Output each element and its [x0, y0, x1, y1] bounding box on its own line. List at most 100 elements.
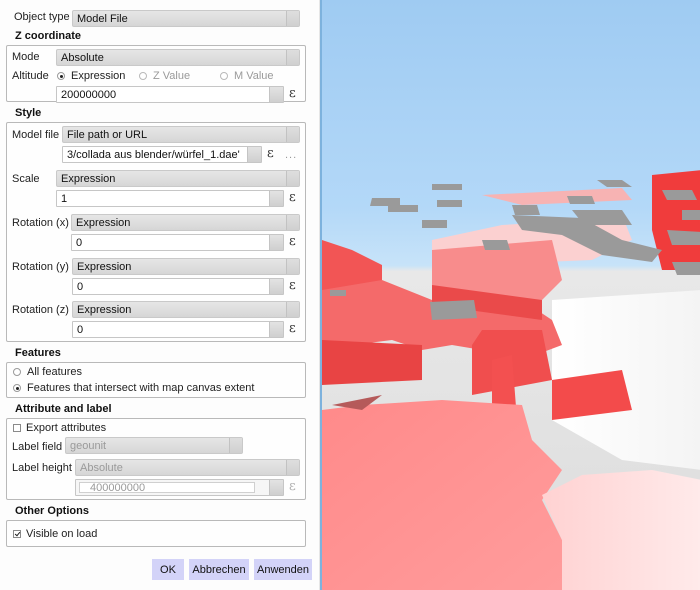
extruded-country [322, 340, 422, 385]
object-type-combo[interactable]: Model File [72, 10, 300, 27]
label-height-label: Label height [12, 462, 72, 474]
cancel-button[interactable]: Abbrechen [189, 559, 249, 580]
expression-epsilon-icon[interactable]: ε [289, 321, 296, 336]
scale-input[interactable]: 1 [56, 190, 284, 207]
altitude-z-value-radio[interactable]: Z Value [139, 70, 190, 82]
model-cube [330, 290, 346, 296]
rotation-x-value: 0 [76, 236, 83, 249]
altitude-z-value-label: Z Value [153, 70, 191, 82]
apply-button[interactable]: Anwenden [254, 559, 312, 580]
label-field-label: Label field [12, 441, 63, 453]
model-cube [432, 184, 462, 190]
field-dropdown-button[interactable] [269, 235, 283, 250]
other-options-title: Other Options [15, 505, 89, 517]
chevron-down-icon [286, 460, 299, 475]
visible-on-load-checkbox[interactable]: Visible on load [13, 528, 97, 540]
altitude-expression-label: Expression [71, 70, 126, 82]
expression-epsilon-icon[interactable]: ε [289, 234, 296, 249]
rotation-x-label: Rotation (x) [12, 217, 69, 229]
rotation-z-mode-combo[interactable]: Expression [72, 301, 300, 318]
all-features-radio[interactable]: All features [13, 366, 82, 378]
browse-button[interactable]: ... [285, 149, 297, 161]
model-file-path-value: 3/collada aus blender/würfel_1.dae' [67, 148, 240, 161]
expression-epsilon-icon[interactable]: ε [289, 479, 296, 494]
object-type-row: Object type [14, 11, 70, 23]
rotation-y-mode-combo[interactable]: Expression [72, 258, 300, 275]
field-dropdown-button[interactable] [269, 480, 283, 495]
mode-label: Mode [12, 51, 40, 63]
rotation-y-mode-value: Expression [77, 260, 132, 273]
altitude-m-value-radio[interactable]: M Value [220, 70, 274, 82]
foreground-country-plate [322, 400, 562, 590]
checkbox-unchecked-icon [13, 424, 21, 432]
chevron-down-icon [286, 215, 299, 230]
model-cube [667, 230, 700, 245]
scale-value: 1 [61, 192, 68, 205]
model-cube [482, 240, 510, 250]
intersecting-features-radio[interactable]: Features that intersect with map canvas … [13, 382, 254, 394]
model-cube [422, 220, 447, 228]
model-cube [682, 210, 700, 220]
chevron-down-icon [286, 127, 299, 142]
features-title: Features [15, 347, 61, 359]
foreground-country-plate [542, 470, 700, 590]
model-cube [662, 190, 697, 200]
rotation-y-label: Rotation (y) [12, 261, 69, 273]
intersecting-features-label: Features that intersect with map canvas … [27, 382, 255, 394]
rotation-x-mode-combo[interactable]: Expression [71, 214, 300, 231]
model-file-label: Model file [12, 129, 60, 141]
label-field-combo[interactable]: geounit [65, 437, 243, 454]
visible-on-load-label: Visible on load [26, 528, 98, 540]
chevron-down-icon [286, 302, 299, 317]
model-cube [597, 180, 632, 187]
altitude-m-value-label: M Value [234, 70, 274, 82]
field-dropdown-button[interactable] [269, 322, 283, 337]
checkbox-checked-icon [13, 530, 21, 538]
radio-unchecked-icon [220, 72, 228, 80]
label-height-mode-value: Absolute [80, 461, 123, 474]
label-field-value: geounit [70, 439, 107, 452]
expression-epsilon-icon[interactable]: ε [267, 146, 274, 161]
altitude-expression-radio[interactable]: Expression [57, 70, 125, 82]
rotation-z-input[interactable]: 0 [72, 321, 284, 338]
altitude-expression-input[interactable]: 200000000 [56, 86, 284, 103]
altitude-value: 200000000 [61, 88, 117, 101]
chevron-down-icon [286, 11, 299, 26]
rotation-z-value: 0 [77, 323, 84, 336]
3d-map-viewport[interactable] [320, 0, 700, 590]
object-type-label: Object type [14, 11, 70, 23]
model-cube [430, 300, 477, 320]
all-features-label: All features [27, 366, 83, 378]
scale-mode-combo[interactable]: Expression [56, 170, 300, 187]
field-dropdown-button[interactable] [269, 191, 283, 206]
model-file-path-input[interactable]: 3/collada aus blender/würfel_1.dae' [62, 146, 262, 163]
rotation-z-mode-value: Expression [77, 303, 132, 316]
model-cube [437, 200, 462, 207]
chevron-down-icon [286, 259, 299, 274]
radio-unchecked-icon [139, 72, 147, 80]
model-file-source-combo[interactable]: File path or URL [62, 126, 300, 143]
field-dropdown-button[interactable] [269, 87, 283, 102]
field-dropdown-button[interactable] [269, 279, 283, 294]
attribute-label-title: Attribute and label [15, 403, 112, 415]
mode-combo[interactable]: Absolute [56, 49, 300, 66]
mode-value: Absolute [61, 51, 104, 64]
label-height-value: 400000000 [90, 481, 146, 494]
label-height-input[interactable]: 400000000 [75, 479, 284, 496]
ok-button[interactable]: OK [152, 559, 184, 580]
rotation-y-input[interactable]: 0 [72, 278, 284, 295]
expression-epsilon-icon[interactable]: ε [289, 190, 296, 205]
field-dropdown-button[interactable] [247, 147, 261, 162]
export-attributes-checkbox[interactable]: Export attributes [13, 422, 106, 434]
expression-epsilon-icon[interactable]: ε [289, 86, 296, 101]
rotation-x-input[interactable]: 0 [71, 234, 284, 251]
expression-epsilon-icon[interactable]: ε [289, 278, 296, 293]
export-attributes-label: Export attributes [26, 422, 107, 434]
label-height-mode-combo[interactable]: Absolute [75, 459, 300, 476]
object-type-value: Model File [77, 12, 128, 25]
rotation-x-mode-value: Expression [76, 216, 131, 229]
chevron-down-icon [229, 438, 242, 453]
3d-scene [322, 170, 700, 590]
model-cube [672, 262, 700, 275]
rotation-y-value: 0 [77, 280, 84, 293]
